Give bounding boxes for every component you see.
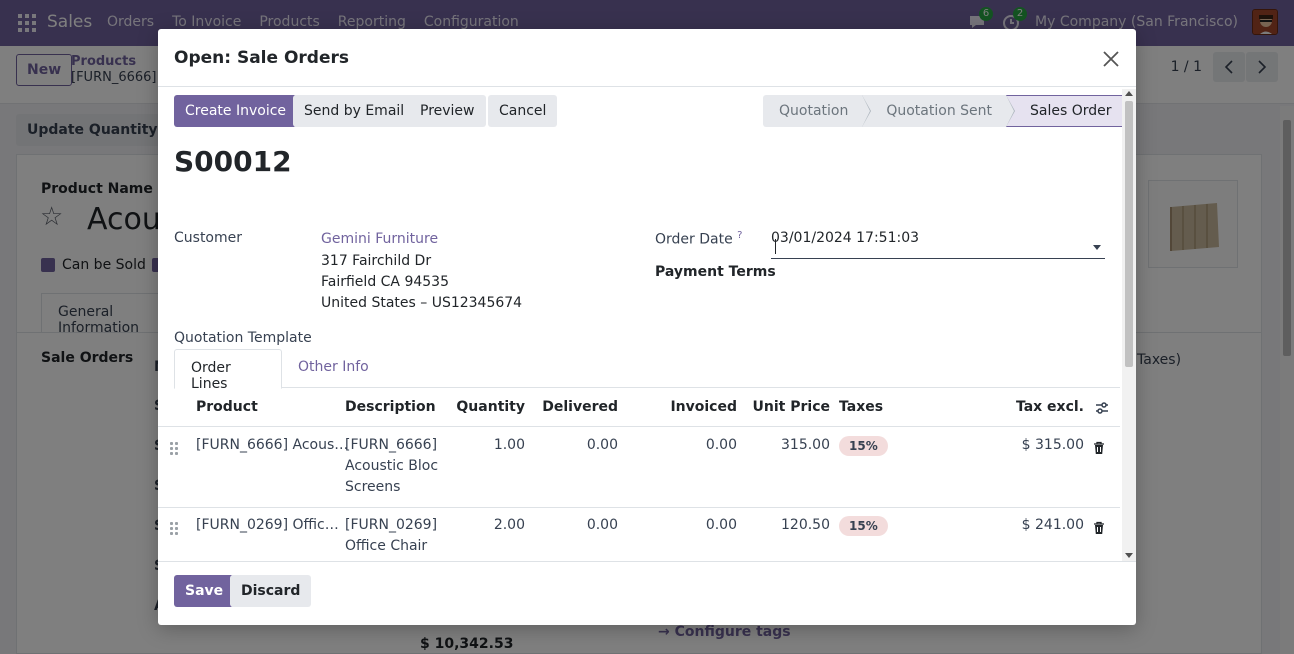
scroll-up-icon[interactable] [1125,91,1133,96]
scroll-down-icon[interactable] [1125,553,1133,558]
line-delivered[interactable]: 0.00 [538,435,618,456]
description-line: [FURN_6666] [345,437,438,453]
line-product[interactable]: [FURN_0269] Offic… [196,515,339,536]
col-taxes[interactable]: Taxes [839,399,883,415]
stage-quotation-sent[interactable]: Quotation Sent [862,95,1015,127]
table-row[interactable]: [FURN_0269] Offic… [FURN_0269] Office Ch… [158,508,1120,561]
line-unit-price[interactable]: 315.00 [748,435,830,456]
stage-quotation[interactable]: Quotation [763,95,872,127]
line-subtotal: $ 315.00 [1021,437,1084,453]
discard-button[interactable]: Discard [230,575,312,607]
column-settings-icon[interactable] [1095,401,1109,419]
save-button[interactable]: Save [174,575,235,607]
col-delivered[interactable]: Delivered [538,399,618,415]
notebook-tabs: Order Lines Other Info [174,349,1120,392]
col-product[interactable]: Product [196,399,258,415]
line-quantity[interactable]: 2.00 [448,515,525,536]
payment-terms-input[interactable] [771,235,1105,259]
col-tax-excl[interactable]: Tax excl. [998,399,1084,415]
customer-link[interactable]: Gemini Furniture [321,231,438,247]
description-line: Screens [345,479,401,495]
customer-address-line2: Fairfield CA 94535 [321,274,449,290]
preview-button[interactable]: Preview [409,95,486,127]
tab-order-lines[interactable]: Order Lines [174,349,282,392]
line-description[interactable]: [FURN_6666] Acoustic Bloc Screens [345,435,438,498]
dialog-footer: Save Discard [158,561,1136,625]
caret-down-icon[interactable] [1093,245,1101,250]
trash-icon[interactable] [1092,441,1106,455]
line-unit-price[interactable]: 120.50 [748,515,830,536]
sale-order-dialog: Open: Sale Orders Create Invoice Send by… [158,29,1136,625]
create-invoice-button[interactable]: Create Invoice [174,95,298,127]
dialog-body: Create Invoice Send by Email Preview Can… [158,87,1136,561]
dialog-scrollbar-thumb[interactable] [1125,101,1133,367]
table-row[interactable]: [FURN_6666] Acous… [FURN_6666] Acoustic … [158,428,1120,508]
customer-address-line1: 317 Fairchild Dr [321,253,432,269]
order-number: S00012 [174,145,292,178]
text-caret [775,239,776,254]
description-line: [FURN_0269] [345,517,438,533]
col-quantity[interactable]: Quantity [448,399,525,415]
line-description[interactable]: [FURN_0269] Office Chair [345,515,437,557]
line-quantity[interactable]: 1.00 [448,435,525,456]
trash-icon[interactable] [1092,521,1106,535]
stage-quotation-label: Quotation [779,103,849,119]
col-invoiced[interactable]: Invoiced [648,399,737,415]
line-delivered[interactable]: 0.00 [538,515,618,536]
col-description[interactable]: Description [345,399,436,415]
description-line: Acoustic Bloc [345,458,439,474]
stage-quotation-sent-label: Quotation Sent [886,103,992,119]
dialog-scrollbar[interactable] [1122,89,1136,561]
quotation-template-label: Quotation Template [174,330,312,346]
send-by-email-button[interactable]: Send by Email [293,95,416,127]
help-icon[interactable]: ? [737,230,742,241]
status-bar: Quotation Quotation Sent Sales Order [763,95,1129,127]
cancel-order-button[interactable]: Cancel [488,95,558,127]
drag-handle-icon[interactable] [170,442,180,456]
customer-label: Customer [174,230,243,246]
stage-sales-order[interactable]: Sales Order [1006,95,1129,127]
tab-other-info[interactable]: Other Info [282,349,385,389]
customer-address-line3: United States – US12345674 [321,295,523,311]
line-subtotal: $ 241.00 [1021,517,1084,533]
dialog-title: Open: Sale Orders [174,48,349,68]
payment-terms-label: Payment Terms [655,264,776,280]
order-date-label-wrap: Order Date ? [655,230,742,248]
order-lines-header: Product Description Quantity Delivered I… [158,389,1120,427]
order-date-label: Order Date [655,231,733,248]
line-invoiced: 0.00 [705,437,737,453]
close-icon[interactable] [1100,48,1122,70]
description-line: Office Chair [345,538,428,554]
col-unit-price[interactable]: Unit Price [748,399,830,415]
drag-handle-icon[interactable] [170,522,180,536]
tax-badge[interactable]: 15% [839,436,888,456]
line-product[interactable]: [FURN_6666] Acous… [196,435,348,456]
stage-sales-order-label: Sales Order [1030,103,1112,119]
dialog-header: Open: Sale Orders [158,29,1136,87]
tax-badge[interactable]: 15% [839,516,888,536]
line-invoiced: 0.00 [705,517,737,533]
